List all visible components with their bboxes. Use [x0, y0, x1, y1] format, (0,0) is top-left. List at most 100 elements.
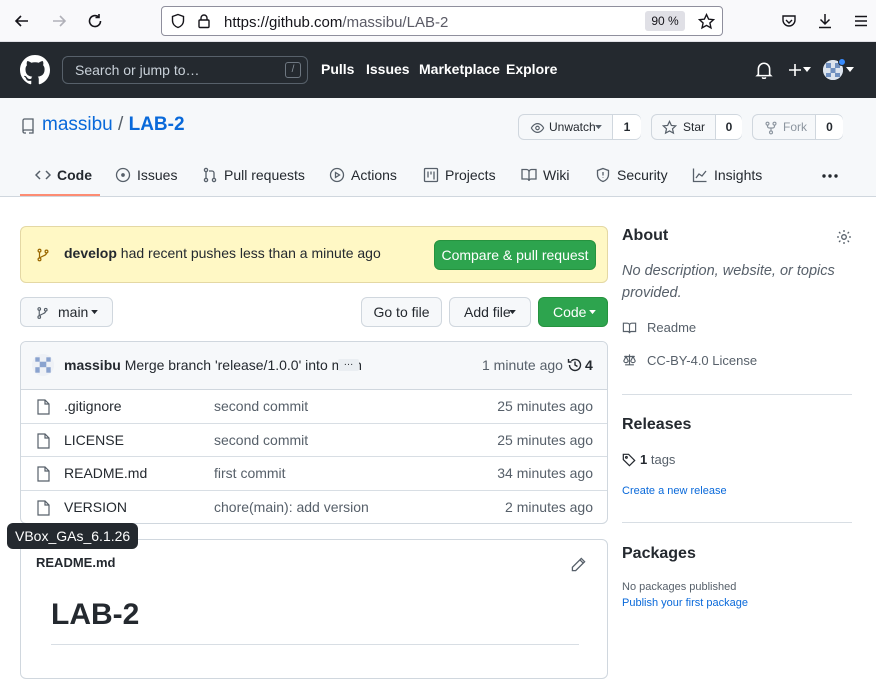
- tab-projects-label: Projects: [445, 167, 496, 183]
- compare-pull-request-button[interactable]: Compare & pull request: [434, 240, 596, 270]
- readme-link[interactable]: Readme: [647, 320, 696, 335]
- nav-explore[interactable]: Explore: [506, 61, 557, 77]
- github-logo-icon[interactable]: [20, 55, 50, 85]
- file-name[interactable]: LICENSE: [64, 432, 124, 448]
- file-icon: [37, 432, 50, 449]
- fork-button[interactable]: Fork 0: [752, 114, 843, 140]
- add-file-button[interactable]: Add file: [449, 297, 531, 327]
- file-icon: [37, 499, 50, 516]
- file-row[interactable]: LICENSE second commit 25 minutes ago: [21, 424, 607, 457]
- fork-count: 0: [815, 115, 843, 139]
- commit-message[interactable]: Merge branch 'release/1.0.0' into main: [125, 357, 362, 373]
- file-name[interactable]: README.md: [64, 465, 147, 481]
- back-button[interactable]: [10, 9, 34, 33]
- file-row[interactable]: VERSION chore(main): add version 2 minut…: [21, 491, 607, 524]
- star-count: 0: [715, 115, 742, 139]
- arrow-left-icon: [14, 15, 28, 27]
- repo-icon: [22, 118, 34, 134]
- file-name[interactable]: VERSION: [64, 499, 127, 515]
- project-icon: [423, 167, 439, 183]
- commit-avatar[interactable]: [32, 354, 54, 376]
- tab-security-label: Security: [617, 167, 668, 183]
- eye-icon: [530, 123, 545, 133]
- tab-wiki[interactable]: Wiki: [521, 167, 569, 183]
- plus-icon[interactable]: [787, 62, 803, 78]
- file-commit-message[interactable]: first commit: [214, 465, 286, 481]
- file-icon: [37, 466, 50, 482]
- file-row[interactable]: README.md first commit 34 minutes ago: [21, 457, 607, 491]
- packages-title[interactable]: Packages: [622, 545, 696, 563]
- file-list: massibu Merge branch 'release/1.0.0' int…: [20, 341, 608, 524]
- nav-issues[interactable]: Issues: [366, 61, 410, 77]
- browser-toolbar: https://github.com/massibu/LAB-2 90 %: [0, 0, 876, 42]
- pencil-icon[interactable]: [571, 557, 586, 572]
- publish-package-link[interactable]: Publish your first package: [622, 597, 748, 609]
- arrow-right-icon: [53, 15, 67, 27]
- nav-marketplace[interactable]: Marketplace: [419, 61, 500, 77]
- file-commit-message[interactable]: chore(main): add version: [214, 499, 369, 515]
- file-name[interactable]: .gitignore: [64, 398, 122, 414]
- star-bookmark-icon[interactable]: [698, 13, 715, 30]
- tab-projects[interactable]: Projects: [423, 167, 496, 183]
- star-button[interactable]: Star 0: [651, 114, 742, 140]
- banner-branch[interactable]: develop: [64, 245, 117, 261]
- file-commit-time: 25 minutes ago: [497, 398, 593, 414]
- gear-icon[interactable]: [836, 229, 852, 245]
- tab-pull-requests-label: Pull requests: [224, 167, 305, 183]
- nav-pulls[interactable]: Pulls: [321, 61, 354, 77]
- url-host: https://github.com: [224, 14, 343, 31]
- pocket-button[interactable]: [777, 9, 801, 33]
- tags-link[interactable]: 1 tags: [640, 452, 675, 467]
- notification-dot: [838, 58, 846, 66]
- tab-code[interactable]: Code: [35, 167, 92, 183]
- create-release-link[interactable]: Create a new release: [622, 485, 727, 497]
- forward-button[interactable]: [47, 9, 71, 33]
- commit-expand-button[interactable]: …: [338, 358, 359, 371]
- file-commit-message[interactable]: second commit: [214, 432, 308, 448]
- tab-security[interactable]: Security: [595, 167, 668, 183]
- commit-time[interactable]: 1 minute ago: [482, 357, 563, 373]
- unwatch-button[interactable]: Unwatch 1: [518, 114, 641, 140]
- tags-label: tags: [650, 452, 676, 467]
- sidebar-divider: [622, 522, 852, 523]
- global-search-input[interactable]: Search or jump to… /: [62, 56, 308, 84]
- tab-actions-label: Actions: [351, 167, 397, 183]
- more-tabs-icon[interactable]: [821, 173, 839, 179]
- book-icon: [622, 322, 637, 334]
- tags-count: 1: [640, 452, 648, 467]
- tag-icon: [622, 453, 636, 467]
- branch-select-button[interactable]: main: [20, 297, 113, 327]
- unwatch-label: Unwatch: [549, 120, 596, 134]
- repo-owner-link[interactable]: massibu: [42, 114, 113, 135]
- file-commit-message[interactable]: second commit: [214, 398, 308, 414]
- menu-button[interactable]: [849, 9, 873, 33]
- tab-insights[interactable]: Insights: [692, 167, 762, 183]
- go-to-file-button[interactable]: Go to file: [361, 297, 442, 327]
- tab-insights-label: Insights: [714, 167, 763, 183]
- license-link[interactable]: CC-BY-4.0 License: [647, 353, 757, 368]
- repo-name-link[interactable]: LAB-2: [129, 114, 185, 135]
- reload-button[interactable]: [83, 9, 107, 33]
- bell-icon[interactable]: [755, 61, 773, 79]
- zoom-indicator[interactable]: 90 %: [645, 11, 685, 31]
- commit-author[interactable]: massibu: [64, 357, 121, 373]
- issue-icon: [115, 167, 131, 183]
- file-row[interactable]: .gitignore second commit 25 minutes ago: [21, 390, 607, 424]
- url-bar[interactable]: https://github.com/massibu/LAB-2 90 %: [161, 6, 723, 36]
- releases-title[interactable]: Releases: [622, 416, 691, 434]
- url-text: https://github.com/massibu/LAB-2: [224, 14, 448, 31]
- book-icon: [521, 168, 537, 182]
- tab-issues[interactable]: Issues: [115, 167, 177, 183]
- star-icon: [662, 120, 677, 135]
- tooltip: VBox_GAs_6.1.26: [7, 523, 139, 549]
- tab-actions[interactable]: Actions: [329, 167, 397, 183]
- file-commit-time: 25 minutes ago: [497, 431, 593, 448]
- search-placeholder: Search or jump to…: [75, 62, 200, 78]
- reload-icon: [88, 14, 102, 28]
- downloads-button[interactable]: [813, 9, 837, 33]
- file-icon: [37, 399, 50, 415]
- commit-count[interactable]: 4: [585, 357, 593, 373]
- code-button-label: Code: [553, 304, 587, 320]
- tab-pull-requests[interactable]: Pull requests: [202, 167, 305, 183]
- code-button[interactable]: Code: [538, 297, 608, 327]
